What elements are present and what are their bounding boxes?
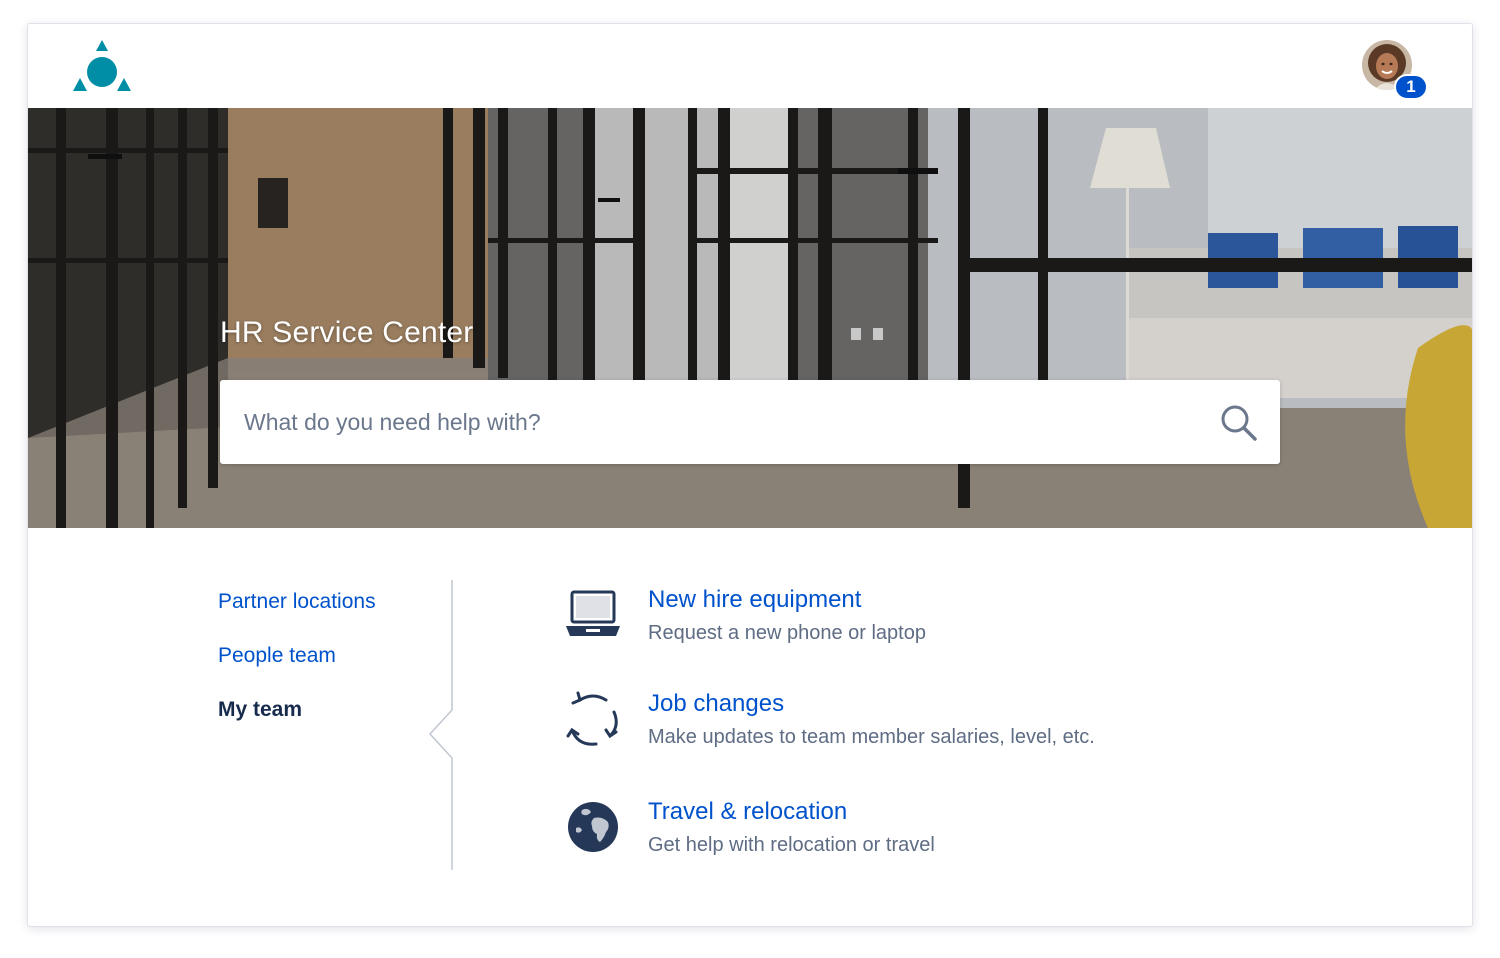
notification-badge[interactable]: 1 [1394,74,1428,100]
nav-item-my-team[interactable]: My team [218,698,302,722]
portal-card: 1 HR Service Center What do you need hel… [27,23,1473,927]
request-type-description: Request a new phone or laptop [648,622,926,644]
search-icon[interactable] [1220,404,1258,442]
search-box[interactable] [220,380,1280,464]
top-navigation-bar: 1 [28,24,1472,108]
portal-logo-icon[interactable] [71,40,133,94]
request-type-job-changes[interactable]: Job changes Make updates to team member … [564,690,1264,760]
profile-menu[interactable]: 1 [1362,40,1432,102]
search-input[interactable] [220,380,1200,464]
request-type-title[interactable]: Job changes [648,690,784,718]
request-type-description: Get help with relocation or travel [648,834,935,856]
hero-banner: HR Service Center [28,108,1472,528]
request-type-description: Make updates to team member salaries, le… [648,726,1095,748]
request-type-title[interactable]: Travel & relocation [648,798,847,826]
request-type-title[interactable]: New hire equipment [648,586,861,614]
request-type-navigation: Partner locations People team My team Ne… [28,528,1472,926]
nav-item-people-team[interactable]: People team [218,644,336,668]
globe-icon [564,798,622,856]
nav-divider-pointer [428,580,453,870]
request-type-new-hire-equipment[interactable]: New hire equipment Request a new phone o… [564,586,1264,656]
page-title: HR Service Center [220,316,474,349]
laptop-icon [564,586,622,644]
nav-item-partner-locations[interactable]: Partner locations [218,590,376,614]
request-type-travel-relocation[interactable]: Travel & relocation Get help with reloca… [564,798,1264,868]
refresh-cycle-icon [564,690,622,748]
